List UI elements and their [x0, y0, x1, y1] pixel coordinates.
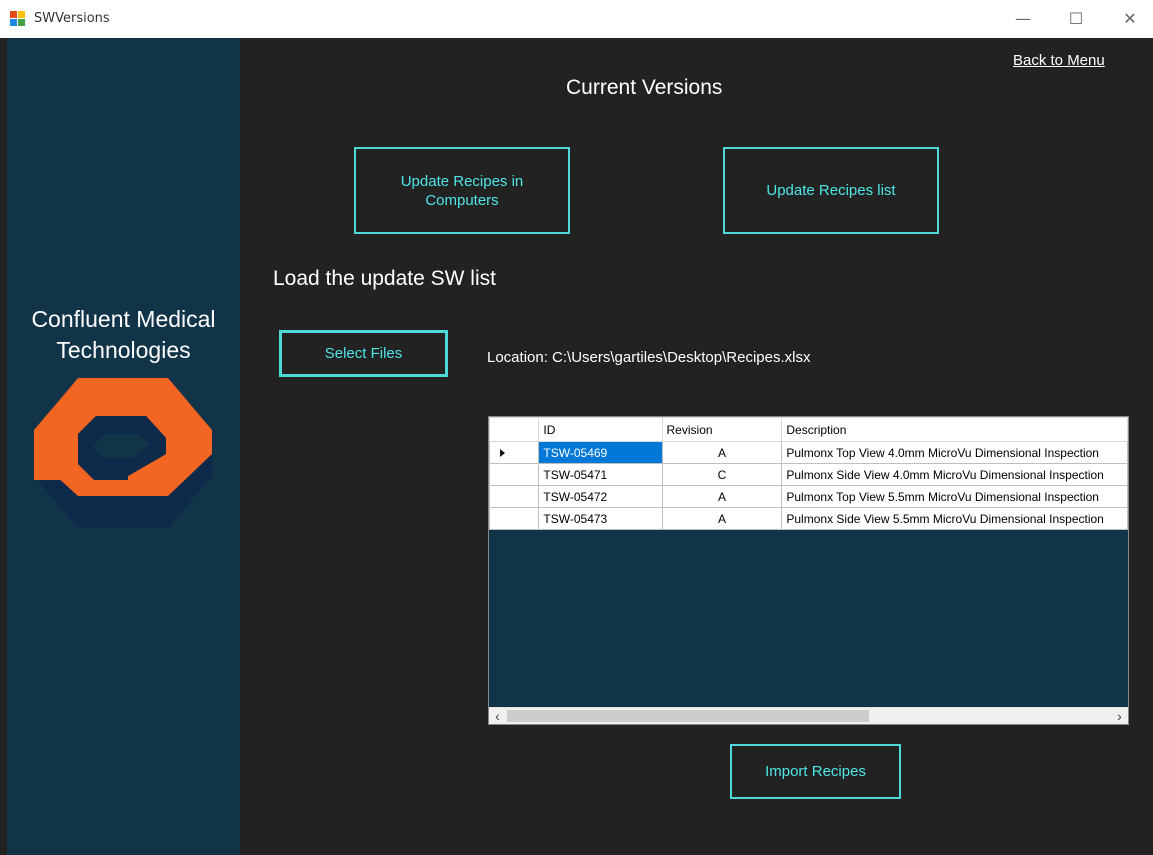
sidebar: Confluent Medical Technologies: [7, 38, 240, 855]
file-location-label: Location: C:\Users\gartiles\Desktop\Reci…: [487, 349, 811, 366]
cell-revision[interactable]: A: [661, 441, 783, 464]
back-to-menu-link[interactable]: Back to Menu: [1013, 52, 1105, 69]
update-recipes-list-button[interactable]: Update Recipes list: [723, 147, 939, 234]
window-title-bar: SWVersions — ☐ ✕: [0, 0, 1153, 38]
cell-description[interactable]: Pulmonx Side View 5.5mm MicroVu Dimensio…: [781, 507, 1128, 530]
column-header-description[interactable]: Description: [781, 417, 1128, 442]
brand-name: Confluent Medical Technologies: [7, 304, 240, 366]
horizontal-scrollbar[interactable]: ‹ ›: [489, 707, 1128, 724]
window-title: SWVersions: [34, 11, 110, 26]
load-section-title: Load the update SW list: [273, 267, 496, 290]
cell-description[interactable]: Pulmonx Side View 4.0mm MicroVu Dimensio…: [781, 463, 1128, 486]
window-left-edge: [0, 38, 7, 855]
recipes-grid[interactable]: ID Revision Description TSW-05469 A Pulm…: [488, 416, 1129, 725]
cell-id[interactable]: TSW-05472: [538, 485, 663, 508]
cell-id[interactable]: TSW-05471: [538, 463, 663, 486]
scroll-left-icon[interactable]: ‹: [489, 708, 506, 724]
row-header-corner: [489, 417, 540, 442]
import-recipes-button[interactable]: Import Recipes: [730, 744, 901, 799]
update-recipes-in-computers-button[interactable]: Update Recipes in Computers: [354, 147, 570, 234]
brand-line-2: Technologies: [56, 337, 191, 363]
cell-id[interactable]: TSW-05473: [538, 507, 663, 530]
cell-revision[interactable]: A: [661, 507, 783, 530]
table-row[interactable]: TSW-05469 A Pulmonx Top View 4.0mm Micro…: [489, 441, 1128, 464]
row-header[interactable]: [489, 507, 540, 530]
brand-line-1: Confluent Medical: [31, 306, 216, 332]
hexagon-logo-icon: [34, 368, 212, 533]
current-row-arrow-icon: [500, 448, 505, 457]
table-row[interactable]: TSW-05471 C Pulmonx Side View 4.0mm Micr…: [489, 463, 1128, 486]
column-header-id[interactable]: ID: [538, 417, 663, 442]
row-header[interactable]: [489, 485, 540, 508]
cell-description[interactable]: Pulmonx Top View 4.0mm MicroVu Dimension…: [781, 441, 1128, 464]
cell-id[interactable]: TSW-05469: [538, 441, 663, 464]
minimize-button[interactable]: —: [1000, 0, 1046, 38]
grid-header-row: ID Revision Description: [489, 417, 1128, 442]
table-row[interactable]: TSW-05472 A Pulmonx Top View 5.5mm Micro…: [489, 485, 1128, 508]
table-row[interactable]: TSW-05473 A Pulmonx Side View 5.5mm Micr…: [489, 507, 1128, 530]
app-icon: [10, 11, 26, 27]
row-header[interactable]: [489, 463, 540, 486]
page-title: Current Versions: [566, 76, 723, 99]
maximize-button[interactable]: ☐: [1053, 0, 1099, 38]
cell-description[interactable]: Pulmonx Top View 5.5mm MicroVu Dimension…: [781, 485, 1128, 508]
select-files-button[interactable]: Select Files: [279, 330, 448, 377]
recipes-table: ID Revision Description TSW-05469 A Pulm…: [489, 417, 1128, 530]
button-label: Update Recipes in Computers: [400, 172, 524, 209]
cell-revision[interactable]: C: [661, 463, 783, 486]
close-button[interactable]: ✕: [1107, 0, 1153, 38]
row-header[interactable]: [489, 441, 540, 464]
cell-revision[interactable]: A: [661, 485, 783, 508]
scrollbar-thumb[interactable]: [507, 710, 869, 722]
column-header-revision[interactable]: Revision: [661, 417, 783, 442]
scroll-right-icon[interactable]: ›: [1111, 708, 1128, 724]
